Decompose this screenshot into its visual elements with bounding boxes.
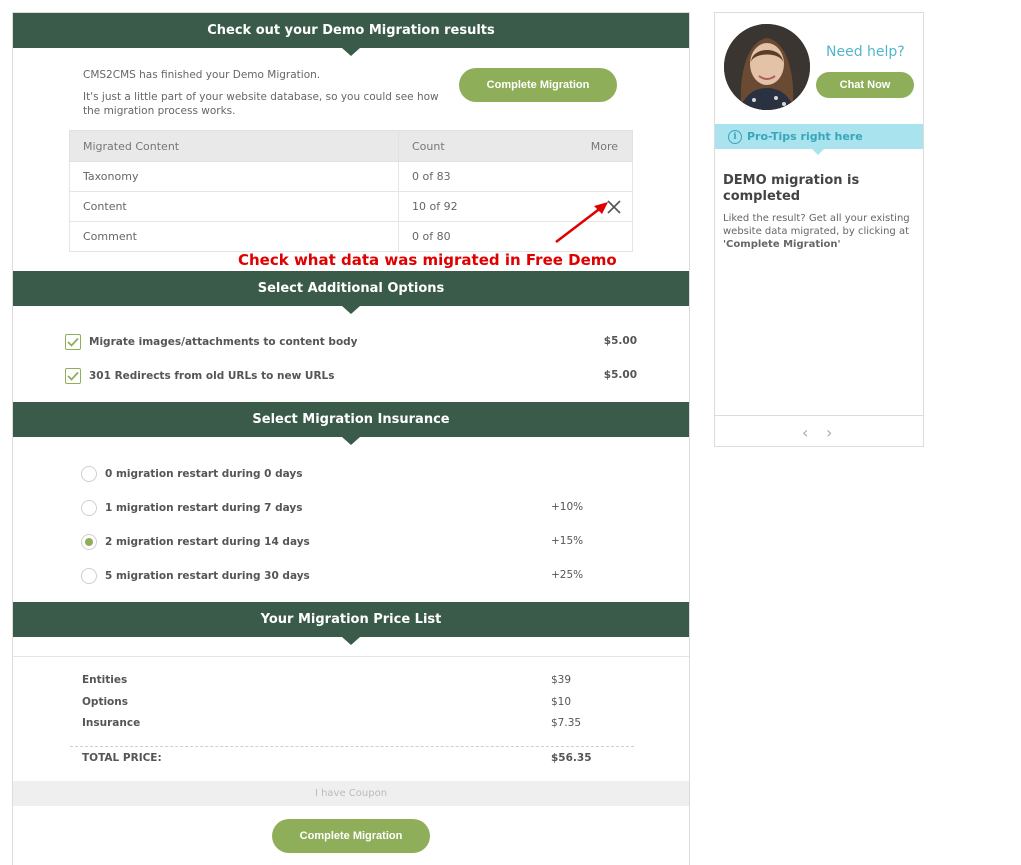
option-label: Migrate images/attachments to content bo… bbox=[89, 336, 358, 348]
insurance-option-0[interactable]: 0 migration restart during 0 days bbox=[81, 464, 581, 484]
option-images[interactable]: Migrate images/attachments to content bo… bbox=[65, 332, 637, 352]
price-list-header: Your Migration Price List bbox=[13, 602, 689, 645]
row-count-cell: 10 of 92 bbox=[397, 191, 520, 222]
insurance-label: 2 migration restart during 14 days bbox=[105, 536, 310, 548]
insurance-header: Select Migration Insurance bbox=[13, 402, 689, 445]
radio-button-selected[interactable] bbox=[81, 534, 97, 550]
option-price: $5.00 bbox=[603, 335, 637, 347]
tip-description: Liked the result? Get all your existing … bbox=[723, 213, 910, 250]
row-count-cell: 0 of 83 bbox=[397, 161, 520, 192]
insurance-label: 0 migration restart during 0 days bbox=[105, 468, 303, 480]
chat-now-button[interactable]: Chat Now bbox=[816, 72, 914, 98]
insurance-label: 5 migration restart during 30 days bbox=[105, 570, 310, 582]
chevron-left-icon[interactable]: ‹ bbox=[802, 423, 808, 442]
help-sidebar: Need help? Chat Now i Pro-Tips right her… bbox=[714, 12, 924, 447]
radio-button[interactable] bbox=[81, 568, 97, 584]
price-row-total: TOTAL PRICE: $56.35 bbox=[82, 752, 592, 764]
insurance-option-3[interactable]: 5 migration restart during 30 days +25% bbox=[81, 566, 584, 586]
option-label: 301 Redirects from old URLs to new URLs bbox=[89, 370, 335, 382]
option-redirects[interactable]: 301 Redirects from old URLs to new URLs … bbox=[65, 366, 637, 386]
col-more: More bbox=[519, 130, 633, 162]
info-icon: i bbox=[728, 129, 742, 144]
row-count-cell: 0 of 80 bbox=[397, 221, 520, 252]
table-row: Comment 0 of 80 bbox=[69, 221, 633, 252]
intro-finished-text: CMS2CMS has finished your Demo Migration… bbox=[83, 69, 321, 81]
migration-panel: Check out your Demo Migration results CM… bbox=[12, 12, 690, 865]
intro-description-line1: It's just a little part of your website … bbox=[83, 91, 439, 103]
row-content-cell: Taxonomy bbox=[69, 161, 399, 192]
col-migrated-content: Migrated Content bbox=[69, 130, 399, 162]
intro-description-line2: the migration process works. bbox=[83, 105, 236, 117]
insurance-label: 1 migration restart during 7 days bbox=[105, 502, 303, 514]
insurance-option-2[interactable]: 2 migration restart during 14 days +15% bbox=[81, 532, 584, 552]
row-content-cell: Comment bbox=[69, 221, 399, 252]
checkbox-checked-icon[interactable] bbox=[65, 334, 81, 350]
annotation-arrow-icon bbox=[555, 202, 608, 243]
insurance-percent: +15% bbox=[551, 535, 584, 547]
tip-title: DEMO migration is completed bbox=[723, 173, 860, 204]
annotation-text: Check what data was migrated in Free Dem… bbox=[238, 251, 617, 269]
options-header: Select Additional Options bbox=[13, 271, 689, 314]
coupon-link[interactable]: I have Coupon bbox=[13, 781, 689, 806]
complete-migration-button-bottom[interactable]: Complete Migration bbox=[272, 819, 430, 853]
price-divider bbox=[70, 746, 634, 747]
radio-button[interactable] bbox=[81, 500, 97, 516]
table-row: Taxonomy 0 of 83 bbox=[69, 161, 633, 192]
insurance-option-1[interactable]: 1 migration restart during 7 days +10% bbox=[81, 498, 584, 518]
price-row-options: Options $10 bbox=[82, 696, 572, 708]
insurance-percent: +10% bbox=[551, 501, 584, 513]
results-header: Check out your Demo Migration results bbox=[13, 13, 689, 56]
migrated-content-table: Migrated Content Count More Taxonomy 0 o… bbox=[69, 130, 633, 252]
complete-migration-button-top[interactable]: Complete Migration bbox=[459, 68, 617, 102]
insurance-percent: +25% bbox=[551, 569, 584, 581]
radio-button[interactable] bbox=[81, 466, 97, 482]
row-content-cell: Content bbox=[69, 191, 399, 222]
chevron-right-icon[interactable]: › bbox=[826, 423, 832, 442]
support-avatar bbox=[724, 24, 810, 110]
checkbox-checked-icon[interactable] bbox=[65, 368, 81, 384]
need-help-text: Need help? bbox=[826, 44, 905, 60]
pro-tips-bar: i Pro-Tips right here bbox=[715, 124, 923, 155]
option-price: $5.00 bbox=[603, 369, 637, 381]
col-count: Count bbox=[397, 130, 520, 162]
table-row: Content 10 of 92 bbox=[69, 191, 633, 222]
price-row-insurance: Insurance $7.35 bbox=[82, 717, 582, 729]
price-row-entities: Entities $39 bbox=[82, 674, 572, 686]
